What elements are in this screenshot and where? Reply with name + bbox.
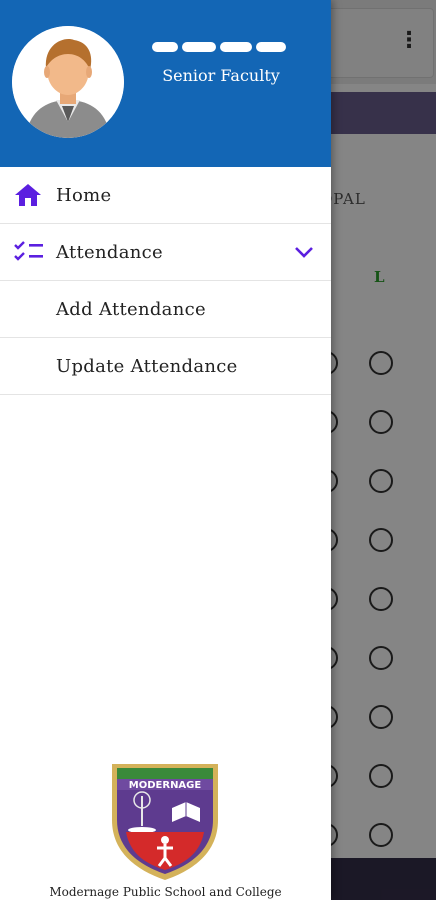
menu-item-add-attendance-label: Add Attendance xyxy=(56,298,206,320)
school-crest-icon: MODERNAGE xyxy=(106,760,224,882)
drawer-menu: Home Attendance Add Attendance Update At… xyxy=(0,167,331,395)
chevron-down-icon[interactable] xyxy=(294,244,314,260)
menu-item-home[interactable]: Home xyxy=(0,167,331,224)
menu-item-update-attendance-label: Update Attendance xyxy=(56,355,238,377)
checklist-icon xyxy=(14,240,43,264)
navigation-drawer: Senior Faculty Home Attendance Add Atten… xyxy=(0,0,331,900)
home-icon xyxy=(14,183,42,207)
menu-item-update-attendance[interactable]: Update Attendance xyxy=(0,338,331,395)
school-name: Modernage Public School and College xyxy=(49,885,282,899)
menu-item-home-label: Home xyxy=(56,184,112,206)
drawer-header: Senior Faculty xyxy=(0,0,331,167)
user-avatar-icon xyxy=(12,26,124,138)
menu-item-attendance[interactable]: Attendance xyxy=(0,224,331,281)
menu-item-attendance-label: Attendance xyxy=(56,241,163,263)
user-role: Senior Faculty xyxy=(162,66,280,85)
menu-item-add-attendance[interactable]: Add Attendance xyxy=(0,281,331,338)
user-name-redacted xyxy=(150,38,290,56)
logo-text: MODERNAGE xyxy=(129,780,202,791)
